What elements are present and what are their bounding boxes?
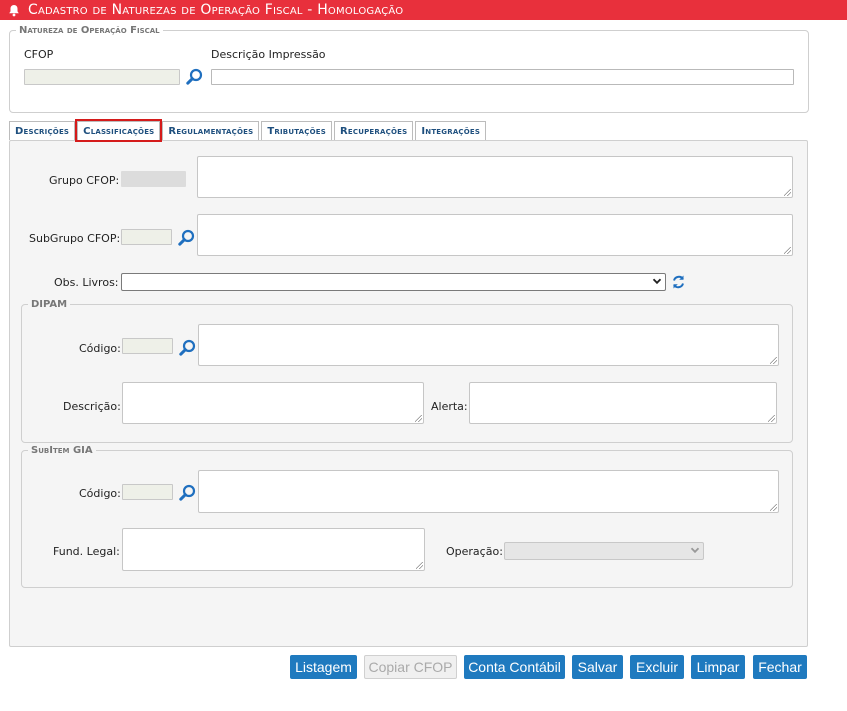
tab-tributacoes[interactable]: Tributações xyxy=(261,121,332,140)
obs-livros-label: Obs. Livros: xyxy=(54,276,119,289)
salvar-button[interactable]: Salvar xyxy=(572,655,623,679)
subgrupo-cfop-description[interactable] xyxy=(197,214,793,256)
dipam-codigo-input[interactable] xyxy=(122,338,173,354)
subitem-gia-legend: SubItem GIA xyxy=(31,445,93,456)
grupo-cfop-label: Grupo CFOP: xyxy=(49,174,120,187)
gia-codigo-input[interactable] xyxy=(122,484,173,500)
cfop-search-icon[interactable] xyxy=(185,67,203,85)
cfop-label: CFOP xyxy=(24,48,54,61)
cfop-input[interactable] xyxy=(24,69,180,85)
descricao-impressao-label: Descrição Impressão xyxy=(211,48,326,61)
chevron-down-icon xyxy=(652,276,662,289)
dipam-descricao-label: Descrição: xyxy=(63,400,121,413)
subgrupo-cfop-input[interactable] xyxy=(121,229,172,245)
natureza-legend: Natureza de Operação Fiscal xyxy=(19,25,160,36)
fund-legal-label: Fund. Legal: xyxy=(53,545,120,558)
dipam-alerta-label: Alerta: xyxy=(431,400,468,413)
limpar-button[interactable]: Limpar xyxy=(691,655,745,679)
tab-regulamentacoes[interactable]: Regulamentações xyxy=(162,121,260,140)
bell-icon xyxy=(8,3,22,17)
title-bar: Cadastro de Naturezas de Operação Fiscal… xyxy=(0,0,847,20)
fechar-button[interactable]: Fechar xyxy=(753,655,807,679)
dipam-search-icon[interactable] xyxy=(178,338,196,356)
copiar-cfop-button[interactable]: Copiar CFOP xyxy=(364,655,457,679)
tab-bar: Descrições Classificações Regulamentaçõe… xyxy=(9,119,488,142)
dipam-alerta-textarea[interactable] xyxy=(469,382,777,424)
operacao-select[interactable] xyxy=(504,542,704,560)
grupo-cfop-description[interactable] xyxy=(197,156,793,198)
refresh-icon[interactable] xyxy=(670,273,686,291)
descricao-impressao-input[interactable] xyxy=(211,69,794,85)
operacao-label: Operação: xyxy=(446,545,503,558)
chevron-down-icon xyxy=(690,545,700,558)
tab-classificacoes[interactable]: Classificações xyxy=(75,119,163,142)
tab-integracoes[interactable]: Integrações xyxy=(415,121,487,140)
conta-contabil-button[interactable]: Conta Contábil xyxy=(464,655,565,679)
gia-codigo-description[interactable] xyxy=(198,470,779,513)
fund-legal-textarea[interactable] xyxy=(122,528,425,571)
tab-recuperacoes[interactable]: Recuperações xyxy=(334,121,414,140)
subgrupo-cfop-label: SubGrupo CFOP: xyxy=(29,232,121,245)
listagem-button[interactable]: Listagem xyxy=(290,655,357,679)
window-title: Cadastro de Naturezas de Operação Fiscal… xyxy=(28,2,404,18)
tab-descricoes[interactable]: Descrições xyxy=(9,121,76,140)
excluir-button[interactable]: Excluir xyxy=(630,655,684,679)
gia-search-icon[interactable] xyxy=(178,483,196,501)
dipam-legend: DIPAM xyxy=(31,299,68,310)
dipam-codigo-label: Código: xyxy=(79,342,121,355)
grupo-cfop-input xyxy=(121,171,186,187)
obs-livros-select[interactable] xyxy=(121,273,666,291)
gia-codigo-label: Código: xyxy=(79,487,121,500)
subgrupo-search-icon[interactable] xyxy=(177,228,195,246)
dipam-descricao-textarea[interactable] xyxy=(122,382,424,424)
dipam-codigo-description[interactable] xyxy=(198,324,779,366)
